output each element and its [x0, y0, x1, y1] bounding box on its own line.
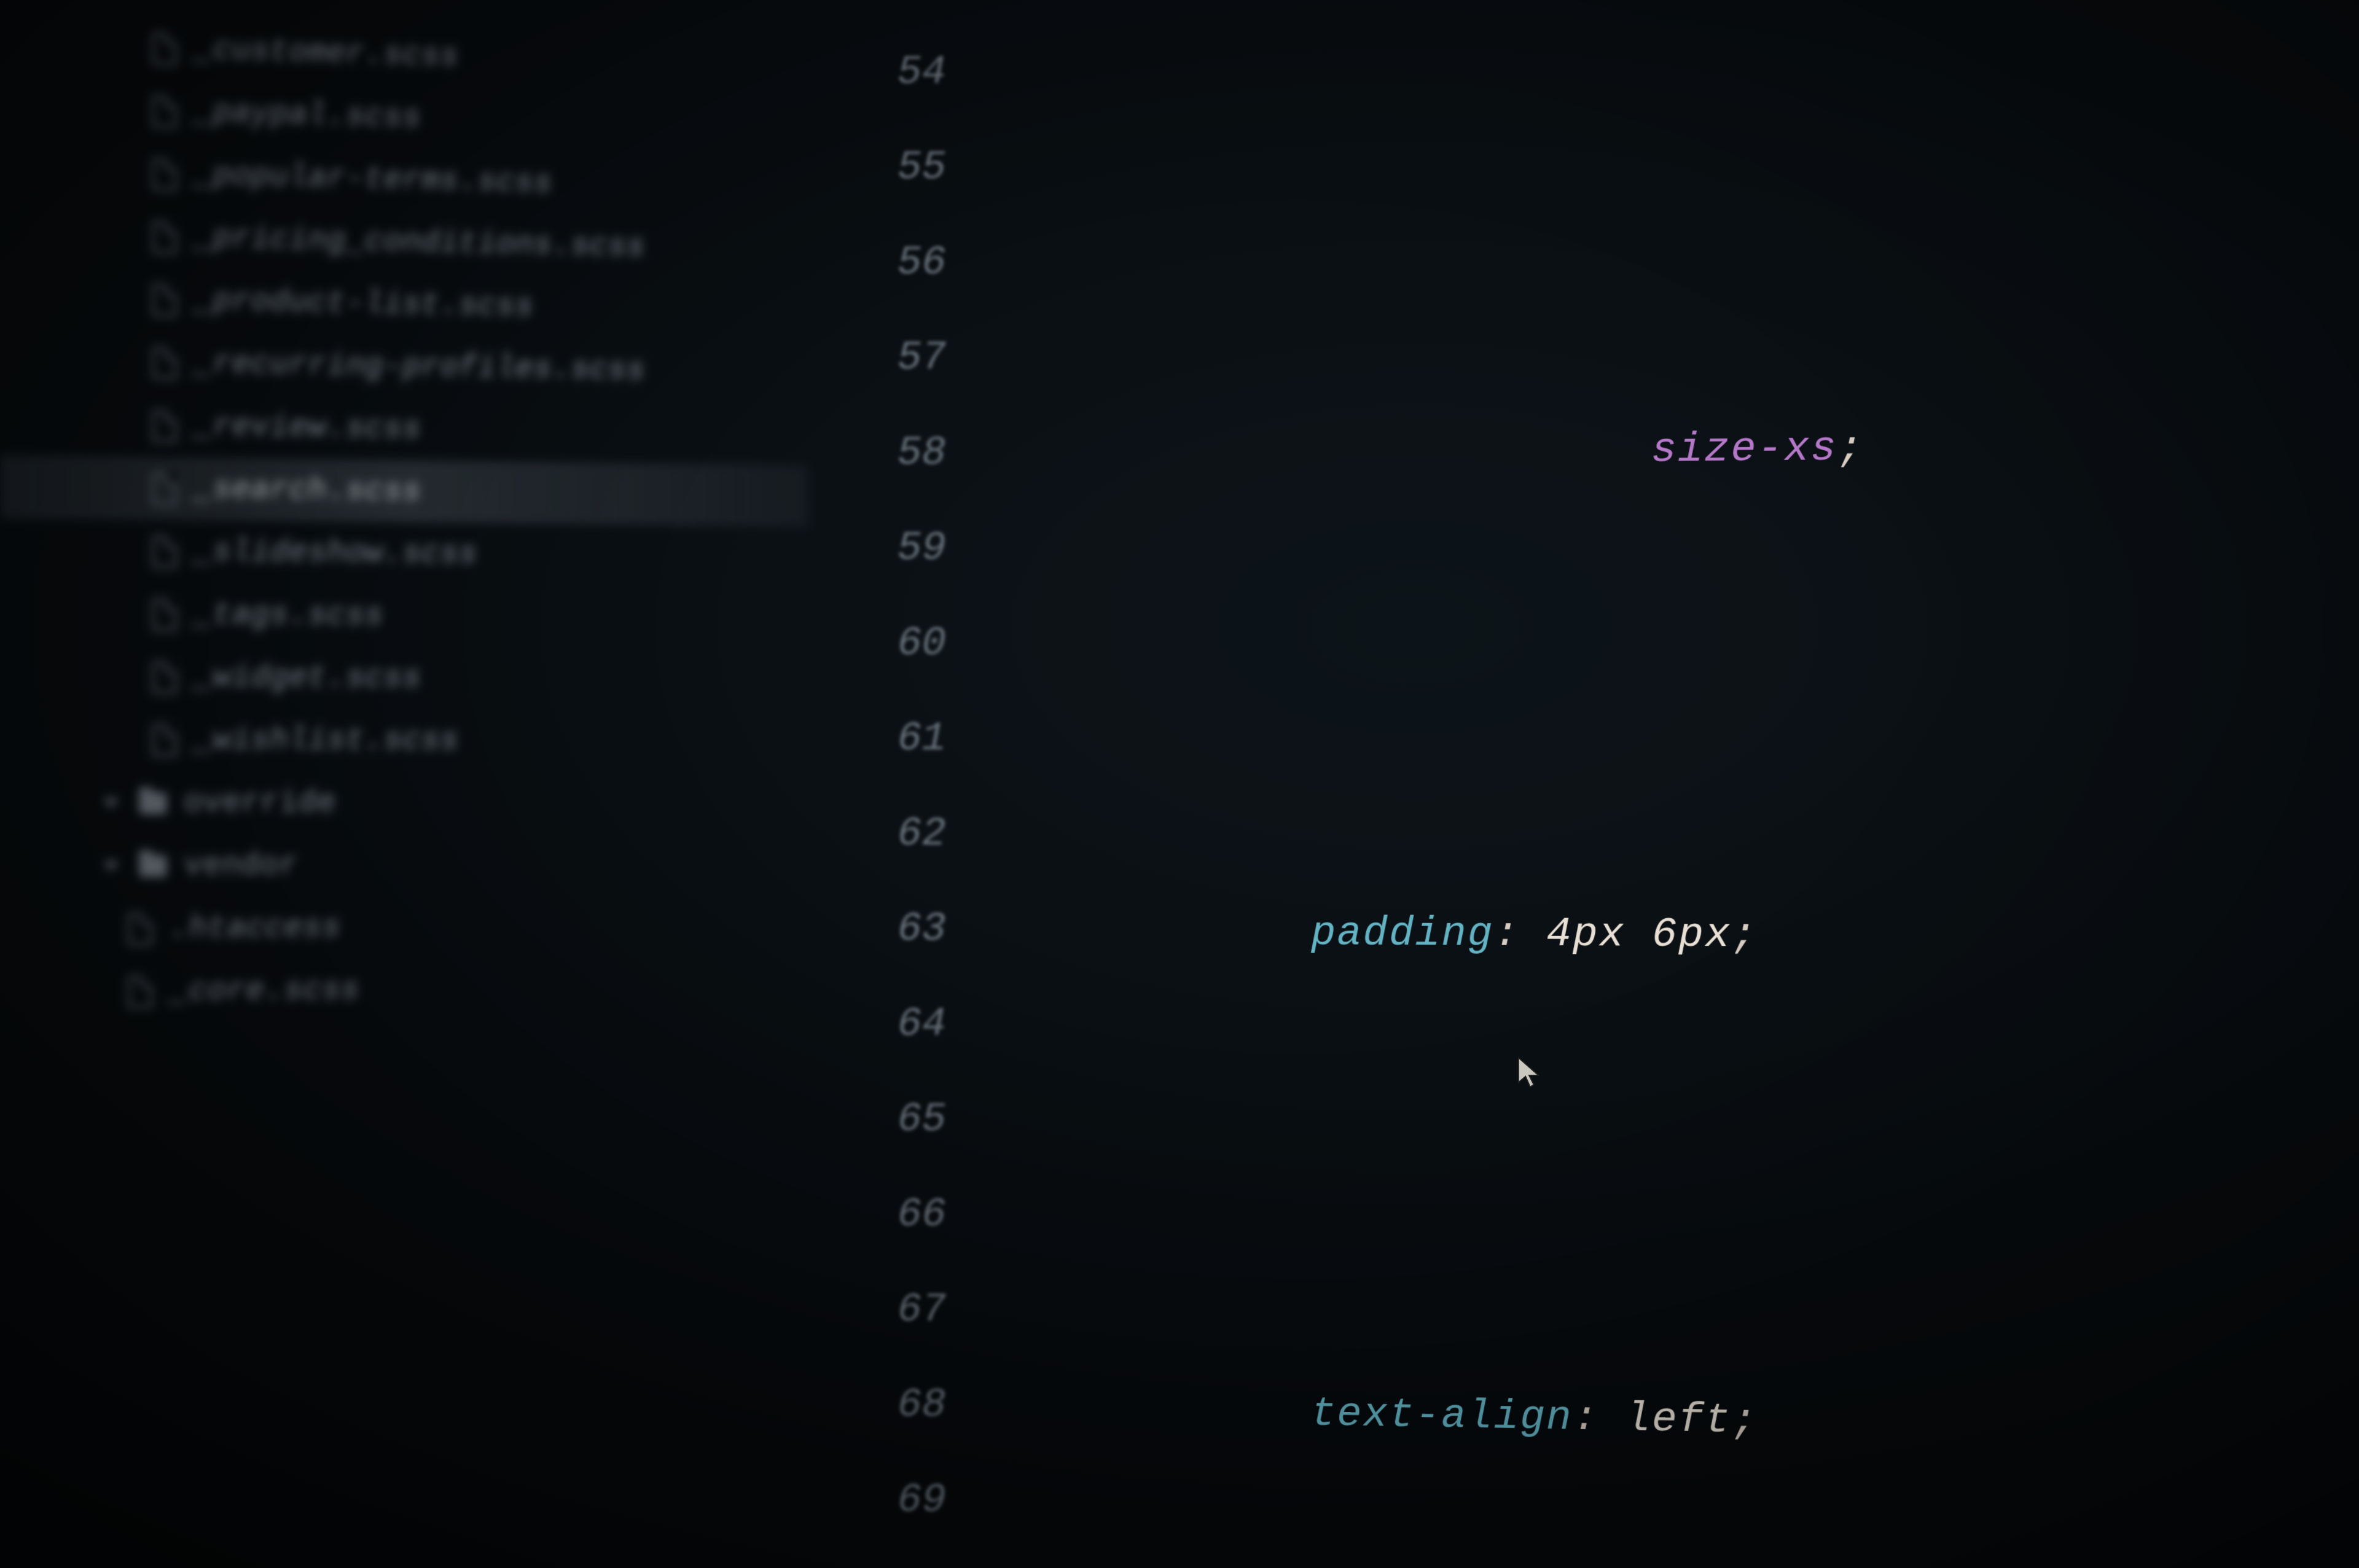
token-property: padding — [1311, 910, 1494, 958]
file-item[interactable]: _widget.scss — [0, 645, 808, 711]
line-number: 56 — [898, 215, 971, 310]
line-number: 59 — [898, 501, 971, 596]
file-name: _paypal.scss — [194, 94, 421, 136]
line-number: 63 — [898, 881, 971, 977]
file-item[interactable]: _wishlist.scss — [0, 708, 808, 772]
line-number: 68 — [898, 1357, 971, 1453]
line-number: 66 — [898, 1167, 971, 1262]
token-keyword: size-xs — [1651, 425, 1837, 474]
token-punct: ; — [1731, 1397, 1758, 1445]
line-number: 67 — [898, 1262, 971, 1357]
file-name: _widget.scss — [194, 660, 421, 696]
line-number: 64 — [898, 977, 971, 1072]
file-item[interactable]: _slideshow.scss — [0, 518, 808, 588]
code-line: padding: 4px 6px; — [1044, 789, 2359, 888]
token-property: text-align — [1311, 1391, 1573, 1441]
file-name: _pricing_conditions.scss — [194, 220, 645, 265]
file-name: .htaccess — [170, 910, 341, 946]
token-punct: : — [1493, 911, 1520, 958]
file-icon — [152, 95, 176, 128]
line-number: 54 — [898, 25, 971, 120]
file-item[interactable]: _tags.scss — [0, 582, 808, 649]
folder-icon — [139, 855, 166, 877]
code-line: size-xs; — [1044, 295, 2359, 408]
file-icon — [152, 347, 176, 379]
file-item[interactable]: _review.scss — [0, 392, 808, 465]
code-editor[interactable]: size-xs; padding: 4px 6px; text-align: l… — [971, 0, 2359, 1568]
file-icon — [152, 33, 176, 65]
chevron-down-icon — [104, 798, 119, 808]
line-number: 58 — [898, 405, 971, 501]
token-punct: : — [1573, 1395, 1599, 1442]
file-item[interactable]: _recurring-profiles.scss — [0, 329, 808, 404]
file-name: _product-list.scss — [194, 283, 534, 324]
file-name: _recurring-profiles.scss — [194, 345, 645, 388]
file-icon — [152, 724, 176, 756]
token-punct: ; — [1731, 911, 1758, 959]
folder-icon — [139, 792, 166, 814]
file-item[interactable]: _core.scss — [0, 956, 808, 1024]
file-icon — [128, 913, 152, 945]
token-value: 4px 6px — [1546, 911, 1731, 959]
editor-app: _customer.scss _paypal.scss _popular-terms… — [0, 0, 2359, 1568]
folder-name: override — [184, 785, 336, 821]
file-icon — [152, 472, 176, 504]
file-item[interactable]: _search.scss — [0, 455, 808, 526]
token-value: left — [1625, 1395, 1732, 1444]
file-icon — [128, 976, 152, 1008]
file-name: _tags.scss — [194, 596, 383, 633]
file-explorer: _customer.scss _paypal.scss _popular-terms… — [0, 0, 808, 1568]
line-number: 69 — [898, 1453, 971, 1548]
chevron-down-icon — [104, 861, 119, 871]
line-number: 65 — [898, 1072, 971, 1167]
file-item[interactable]: .htaccess — [0, 894, 808, 961]
line-number: 62 — [898, 786, 971, 881]
file-name: _customer.scss — [194, 31, 459, 74]
line-number-gutter: 54555657585960616263646566676869 — [835, 0, 971, 1568]
file-name: _wishlist.scss — [194, 722, 459, 759]
file-icon — [152, 221, 176, 253]
folder-name: vendor — [184, 848, 298, 884]
file-name: _review.scss — [194, 408, 421, 447]
file-name: _slideshow.scss — [194, 534, 477, 572]
file-icon — [152, 536, 176, 568]
file-icon — [152, 284, 176, 316]
file-name: _popular-terms.scss — [194, 157, 552, 201]
line-number: 61 — [898, 691, 971, 786]
line-number: 60 — [898, 596, 971, 691]
file-icon — [152, 598, 176, 630]
code-line: text-align: left; — [1044, 1266, 2359, 1383]
file-icon — [152, 158, 176, 190]
file-icon — [152, 661, 176, 693]
line-number: 57 — [898, 310, 971, 405]
file-name: _search.scss — [194, 471, 421, 509]
file-name: _core.scss — [170, 972, 360, 1010]
folder-item[interactable]: vendor — [0, 833, 808, 898]
folder-item[interactable]: override — [0, 771, 808, 835]
line-number: 55 — [898, 120, 971, 215]
file-icon — [152, 410, 176, 442]
token-punct: ; — [1837, 424, 1864, 472]
